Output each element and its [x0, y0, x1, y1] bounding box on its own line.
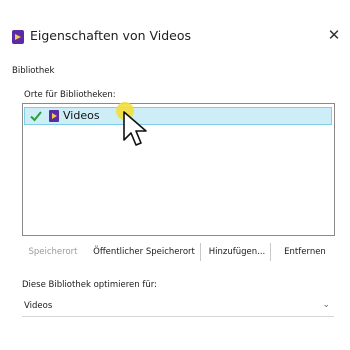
optimize-dropdown[interactable]: Videos ⌄ — [22, 298, 334, 317]
title-bar: Eigenschaften von Videos ✕ — [0, 0, 350, 58]
public-save-location-button[interactable]: Öffentlicher Speicherort — [88, 243, 201, 261]
checkmark-icon — [30, 111, 42, 122]
save-location-button[interactable]: Speicherort — [22, 243, 84, 261]
location-buttons: Speicherort Öffentlicher Speicherort Hin… — [22, 243, 334, 261]
video-library-icon — [49, 110, 59, 122]
mouse-pointer-icon — [123, 111, 147, 146]
close-button[interactable]: ✕ — [326, 26, 342, 44]
optimize-label: Diese Bibliothek optimieren für: — [22, 280, 157, 290]
video-library-icon — [12, 30, 24, 44]
library-locations-label: Orte für Bibliotheken: — [24, 90, 116, 100]
remove-button[interactable]: Entfernen — [276, 243, 334, 261]
window-title: Eigenschaften von Videos — [30, 28, 192, 43]
list-item-label: Videos — [63, 109, 100, 122]
tab-bibliothek[interactable]: Bibliothek — [12, 66, 54, 76]
add-button[interactable]: Hinzufügen... — [204, 243, 271, 261]
optimize-selected-value: Videos — [24, 301, 53, 311]
library-locations-list[interactable]: Videos — [22, 103, 335, 236]
chevron-down-icon: ⌄ — [322, 300, 330, 310]
list-item-videos[interactable]: Videos — [24, 107, 332, 125]
